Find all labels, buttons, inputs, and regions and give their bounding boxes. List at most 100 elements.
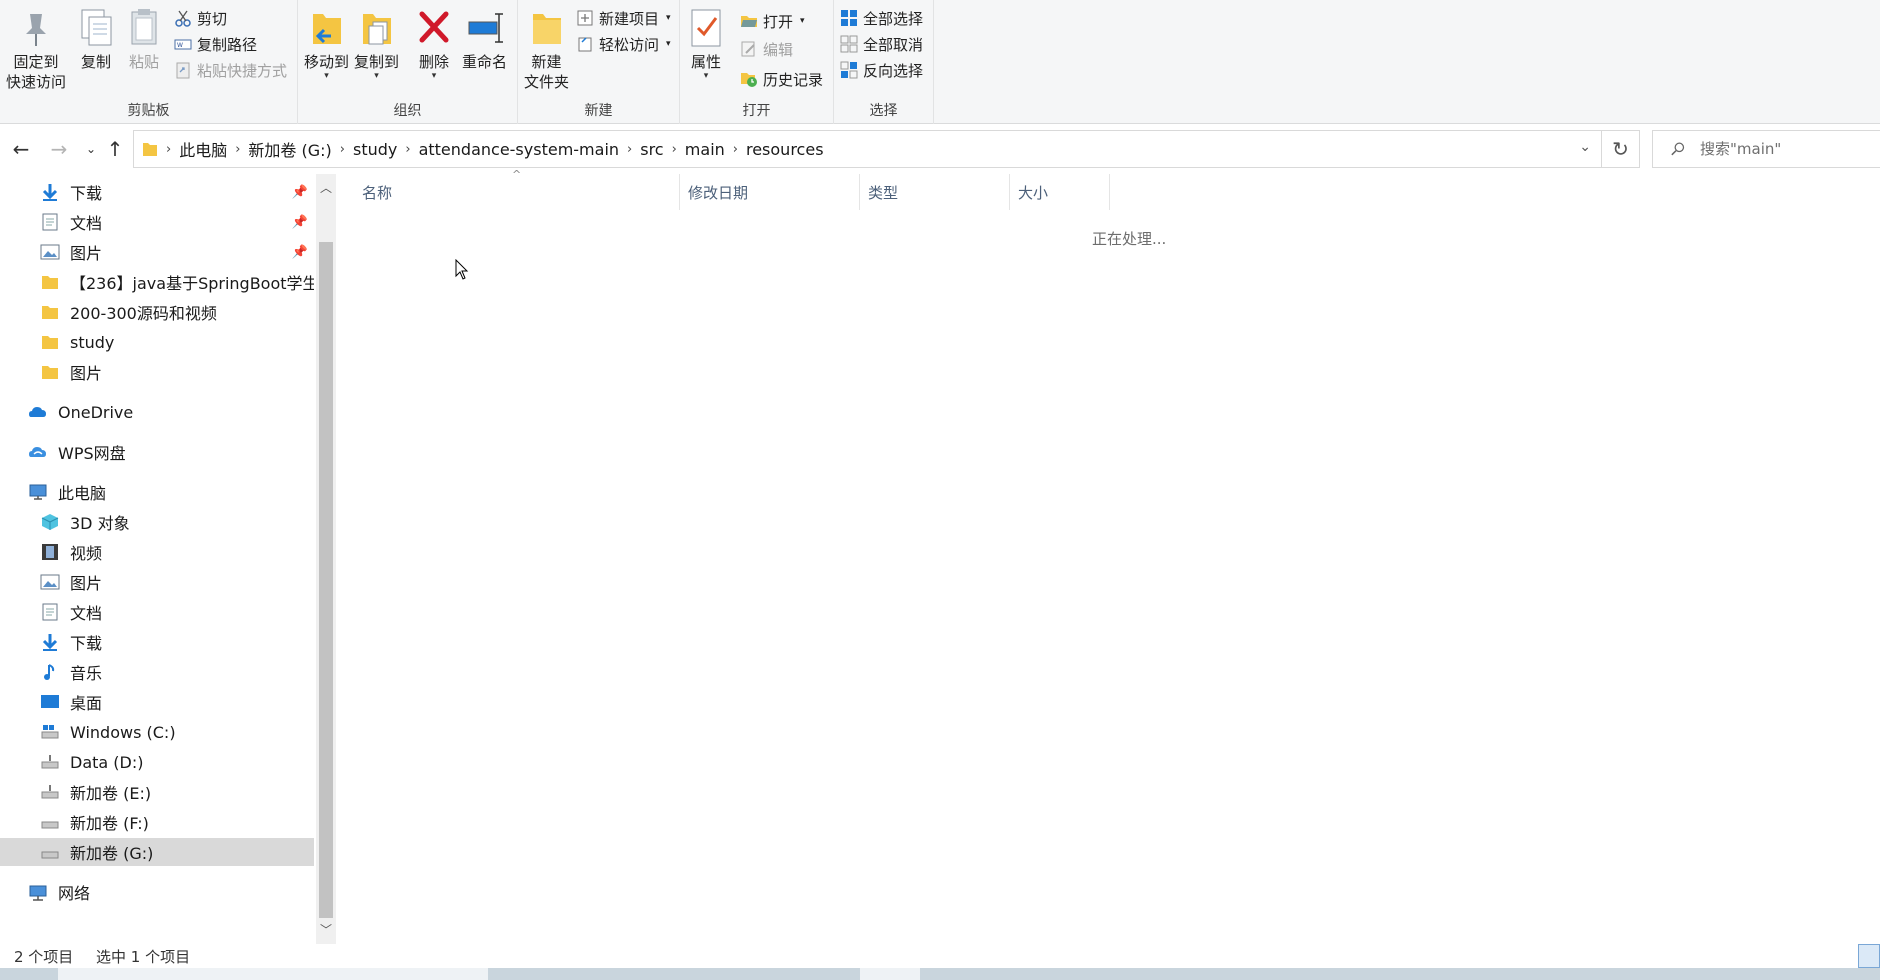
address-bar[interactable]: › 此电脑 › 新加卷 (G:) › study › attendance-system-m… [133,130,1602,168]
properties-label: 属性 [690,53,721,71]
select-group: 全部选择 全部取消 反向选择 选择 [834,0,934,124]
easy-access-caret: ▾ [666,39,671,49]
nav-item-drive-d[interactable]: Data (D:) [0,748,314,776]
paste-shortcut-button[interactable]: 粘贴快捷方式 [174,58,287,82]
column-header-name[interactable]: 名称 ^ [340,168,680,210]
breadcrumb-item[interactable]: main [677,140,733,159]
copy-to-button[interactable]: 复制到 ▾ [354,6,399,81]
nav-item-folder-200-300[interactable]: 200-300源码和视频 [0,298,314,326]
forward-button[interactable]: → [46,136,72,162]
nav-item-drive-e[interactable]: 新加卷 (E:) [0,778,314,806]
scrollbar-thumb[interactable] [319,242,333,918]
nav-item-label: 文档 [70,604,103,623]
invert-selection-button[interactable]: 反向选择 [840,58,923,82]
column-header-label: 大小 [1018,183,1049,202]
nav-pane-scrollbar[interactable]: ︿ ﹀ [316,174,336,944]
invert-selection-label: 反向选择 [863,61,924,80]
nav-item-folder-236[interactable]: 【236】java基于SpringBoot学生成绩 [0,268,314,296]
nav-item-drive-c[interactable]: Windows (C:) [0,718,314,746]
new-folder-label-line2: 文件夹 [524,73,570,91]
scroll-down-icon[interactable]: ﹀ [316,920,336,940]
recent-locations-button[interactable]: ⌄ [78,136,104,162]
nav-item-pc-downloads[interactable]: 下载 [0,628,314,656]
paste-button[interactable]: 粘贴 [124,6,164,72]
cut-button[interactable]: 剪切 [174,6,227,30]
pin-icon[interactable]: 📌 [292,245,308,260]
select-none-icon [840,35,858,53]
folder-icon [42,306,58,319]
nav-item-3d-objects[interactable]: 3D 对象 [0,508,314,536]
delete-button[interactable]: 删除 ▾ [414,6,454,81]
nav-item-folder-study[interactable]: study [0,328,314,356]
properties-button[interactable]: 属性 ▾ [686,6,726,81]
breadcrumb-item[interactable]: study [345,140,405,159]
nav-item-this-pc[interactable]: 此电脑 [0,478,314,506]
move-to-caret: ▾ [324,71,329,81]
nav-item-wps[interactable]: WPS网盘 [0,438,314,466]
nav-item-label: 网络 [58,884,91,903]
nav-item-drive-f[interactable]: 新加卷 (F:) [0,808,314,836]
new-folder-button[interactable]: 新建 文件夹 [524,6,569,92]
nav-item-onedrive[interactable]: OneDrive [0,398,314,426]
nav-item-label: 【236】java基于SpringBoot学生成绩 [70,274,314,293]
easy-access-button[interactable]: 轻松访问 ▾ [576,32,671,56]
pin-to-quick-access-button[interactable]: 固定到 快速访问 [6,6,66,92]
nav-item-music[interactable]: 音乐 [0,658,314,686]
nav-item-network[interactable]: 网络 [0,878,314,906]
svg-text:W: W [177,42,183,49]
rename-button[interactable]: 重命名 [462,6,507,72]
pin-icon[interactable]: 📌 [292,185,308,200]
network-icon [29,885,47,901]
nav-item-download[interactable]: 下载 📌 [0,178,314,206]
new-item-button[interactable]: 新建项目 ▾ [576,6,671,30]
move-to-button[interactable]: 移动到 ▾ [304,6,349,81]
nav-item-desktop[interactable]: 桌面 [0,688,314,716]
nav-item-label: 此电脑 [58,484,107,503]
nav-item-documents[interactable]: 文档 📌 [0,208,314,236]
column-header-label: 名称 [362,183,393,202]
history-label: 历史记录 [763,70,824,89]
select-none-button[interactable]: 全部取消 [840,32,923,56]
search-box[interactable] [1652,130,1880,168]
column-header-type[interactable]: 类型 [860,174,1010,210]
search-input[interactable] [1700,140,1880,158]
select-all-button[interactable]: 全部选择 [840,6,923,30]
drive-icon [41,851,59,859]
new-folder-icon [532,14,561,44]
open-button[interactable]: 打开 ▾ [740,9,805,33]
back-button[interactable]: ← [8,136,34,162]
document-icon [42,213,58,231]
nav-item-folder-pictures[interactable]: 图片 [0,358,314,386]
column-header-size[interactable]: 大小 [1010,174,1110,210]
breadcrumb-item[interactable]: 新加卷 (G:) [240,137,339,161]
rename-label: 重命名 [462,53,508,71]
breadcrumb-item[interactable]: attendance-system-main [411,140,627,159]
copy-button[interactable]: 复制 [76,6,116,72]
up-button[interactable]: ↑ [102,136,128,162]
nav-item-label: Data (D:) [70,752,144,772]
pin-icon[interactable]: 📌 [292,215,308,230]
clipboard-group: 固定到 快速访问 复制 粘贴 剪切 W 复制路径 粘贴快捷方式 剪贴板 [0,0,298,124]
nav-item-drive-g[interactable]: 新加卷 (G:) [0,838,314,866]
organize-group-label: 组织 [393,103,422,119]
delete-caret: ▾ [431,71,437,81]
new-folder-label-line1: 新建 [531,53,562,71]
details-view-button[interactable] [1858,944,1880,968]
drive-icon [41,785,59,799]
refresh-button[interactable]: ↻ [1602,130,1640,168]
address-dropdown-icon[interactable]: ⌄ [1579,139,1591,155]
history-button[interactable]: 历史记录 [740,67,823,91]
edit-button[interactable]: 编辑 [740,37,793,61]
nav-item-pc-pictures[interactable]: 图片 [0,568,314,596]
nav-item-pc-documents[interactable]: 文档 [0,598,314,626]
breadcrumb-item[interactable]: resources [738,140,832,159]
file-list[interactable]: 名称 ^ 修改日期 类型 大小 正在处理... [340,168,1880,944]
copy-path-button[interactable]: W 复制路径 [174,32,257,56]
new-item-label: 新建项目 [599,9,660,28]
breadcrumb-item[interactable]: src [632,140,671,159]
nav-item-pictures[interactable]: 图片 📌 [0,238,314,266]
breadcrumb-item[interactable]: 此电脑 [171,137,235,161]
nav-item-videos[interactable]: 视频 [0,538,314,566]
scroll-up-icon[interactable]: ︿ [316,178,336,198]
column-header-modified[interactable]: 修改日期 [680,174,860,210]
